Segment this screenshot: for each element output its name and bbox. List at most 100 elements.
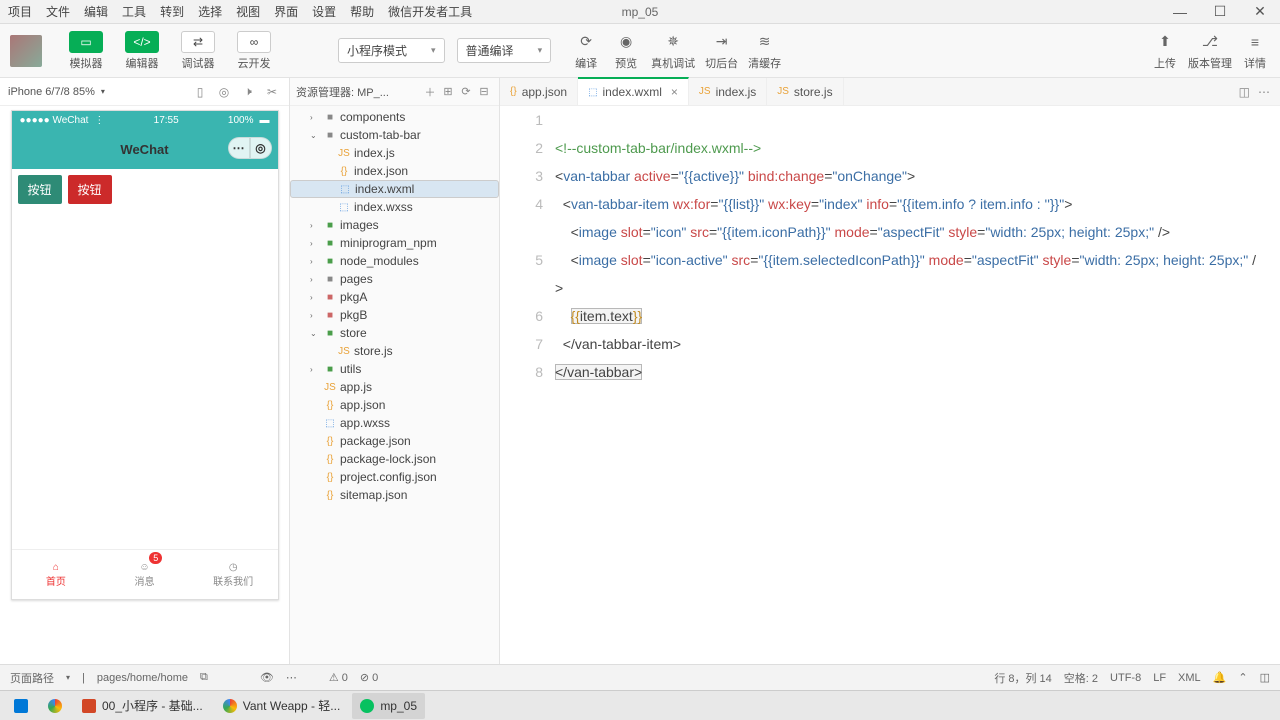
gutter: 12345678 xyxy=(500,106,555,414)
detail-button[interactable]: ≡详情 xyxy=(1240,31,1270,71)
minimize-button[interactable]: ― xyxy=(1160,0,1200,24)
compile-select[interactable]: 普通编译▾ xyxy=(457,38,552,63)
compile-button[interactable]: ⟳编译 xyxy=(571,31,601,71)
clearcache-button[interactable]: ≋清缓存 xyxy=(748,31,781,71)
split-icon[interactable]: ◫ xyxy=(1239,85,1250,99)
menu-project[interactable]: 项目 xyxy=(8,3,32,20)
menu-goto[interactable]: 转到 xyxy=(160,3,184,20)
menu-select[interactable]: 选择 xyxy=(198,3,222,20)
menu-devtools[interactable]: 微信开发者工具 xyxy=(388,3,472,20)
cloud-button[interactable]: ∞云开发 xyxy=(230,31,278,71)
file-node[interactable]: {}package-lock.json xyxy=(290,450,499,468)
menu-bar: 项目 文件 编辑 工具 转到 选择 视图 界面 设置 帮助 微信开发者工具 xyxy=(0,3,472,20)
file-node[interactable]: ›■images xyxy=(290,216,499,234)
menu-help[interactable]: 帮助 xyxy=(350,3,374,20)
lang[interactable]: XML xyxy=(1178,672,1201,684)
mute-icon[interactable]: 🕨 xyxy=(239,83,257,101)
refresh-icon[interactable]: ⟳ xyxy=(457,85,475,98)
spaces[interactable]: 空格: 2 xyxy=(1064,670,1098,686)
explorer-title: 资源管理器: MP_... xyxy=(296,84,389,100)
message-icon: ☺ xyxy=(139,562,149,573)
file-node[interactable]: ›■pkgB xyxy=(290,306,499,324)
ppt-app[interactable]: 00_小程序 - 基础... xyxy=(74,693,211,719)
errors[interactable]: ⊘ 0 xyxy=(360,671,378,684)
editor-button[interactable]: </>编辑器 xyxy=(118,31,166,71)
file-node[interactable]: JSapp.js xyxy=(290,378,499,396)
menu-settings[interactable]: 设置 xyxy=(312,3,336,20)
tab-home[interactable]: ⌂首页 xyxy=(12,550,101,599)
editor-tab[interactable]: ⬚index.wxml× xyxy=(578,77,689,105)
taskbar: 00_小程序 - 基础... Vant Weapp - 轻... mp_05 xyxy=(0,690,1280,720)
background-button[interactable]: ⇥切后台 xyxy=(705,31,738,71)
editor-tab[interactable]: {}app.json xyxy=(500,78,578,106)
button-1[interactable]: 按钮 xyxy=(18,175,62,204)
maximize-button[interactable]: ☐ xyxy=(1200,0,1240,24)
file-node[interactable]: ›■utils xyxy=(290,360,499,378)
cut-icon[interactable]: ✂ xyxy=(263,83,281,101)
menu-tools[interactable]: 工具 xyxy=(122,3,146,20)
toolbar: ▭模拟器 </>编辑器 ⇄调试器 ∞云开发 小程序模式▾ 普通编译▾ ⟳编译 ◉… xyxy=(0,24,1280,78)
menu-file[interactable]: 文件 xyxy=(46,3,70,20)
page-path[interactable]: pages/home/home xyxy=(97,672,188,684)
device-select[interactable]: iPhone 6/7/8 85% xyxy=(8,86,95,98)
mode-select[interactable]: 小程序模式▾ xyxy=(338,38,445,63)
chrome-tab[interactable]: Vant Weapp - 轻... xyxy=(215,693,349,719)
file-node[interactable]: ›■node_modules xyxy=(290,252,499,270)
avatar[interactable] xyxy=(10,35,42,67)
eol[interactable]: LF xyxy=(1153,672,1166,684)
nav-bar: WeChat ⋯ ◎ xyxy=(12,129,278,169)
file-node[interactable]: JSstore.js xyxy=(290,342,499,360)
close-button[interactable]: ✕ xyxy=(1240,0,1280,24)
file-node[interactable]: {}index.json xyxy=(290,162,499,180)
preview-button[interactable]: ◉预览 xyxy=(611,31,641,71)
debugger-button[interactable]: ⇄调试器 xyxy=(174,31,222,71)
file-node[interactable]: ⌄■custom-tab-bar xyxy=(290,126,499,144)
collapse-icon[interactable]: ⊟ xyxy=(475,85,493,98)
phone-icon[interactable]: ▯ xyxy=(191,83,209,101)
file-node[interactable]: ›■pkgA xyxy=(290,288,499,306)
chrome-app[interactable] xyxy=(40,693,70,719)
panel-icon[interactable]: ⌃ xyxy=(1238,671,1247,684)
version-button[interactable]: ⎇版本管理 xyxy=(1188,31,1232,71)
capsule-menu-icon[interactable]: ⋯ xyxy=(228,137,250,159)
file-node[interactable]: ⬚index.wxml xyxy=(290,180,499,198)
more-icon[interactable]: ⋯ xyxy=(1258,85,1270,99)
realdev-button[interactable]: ✵真机调试 xyxy=(651,31,695,71)
bell-icon[interactable]: 🔔 xyxy=(1213,671,1227,684)
file-node[interactable]: ›■miniprogram_npm xyxy=(290,234,499,252)
new-file-icon[interactable]: ＋ xyxy=(421,84,439,100)
page-path-label: 页面路径 xyxy=(10,670,54,686)
editor-pane: {}app.json⬚index.wxml×JSindex.jsJSstore.… xyxy=(500,78,1280,664)
new-folder-icon[interactable]: ⊞ xyxy=(439,85,457,98)
file-node[interactable]: ⬚index.wxss xyxy=(290,198,499,216)
editor-tab[interactable]: JSindex.js xyxy=(689,78,767,106)
upload-button[interactable]: ⬆上传 xyxy=(1150,31,1180,71)
file-node[interactable]: {}project.config.json xyxy=(290,468,499,486)
menu-interface[interactable]: 界面 xyxy=(274,3,298,20)
record-icon[interactable]: ◎ xyxy=(215,83,233,101)
code-editor[interactable]: 12345678 <!--custom-tab-bar/index.wxml--… xyxy=(500,106,1280,414)
encoding[interactable]: UTF-8 xyxy=(1110,672,1141,684)
tab-message[interactable]: ☺消息5 xyxy=(100,550,189,599)
file-node[interactable]: {}sitemap.json xyxy=(290,486,499,504)
file-tree: ›■components⌄■custom-tab-barJSindex.js{}… xyxy=(290,106,499,664)
simulator-button[interactable]: ▭模拟器 xyxy=(62,31,110,71)
devtools-app[interactable]: mp_05 xyxy=(352,693,425,719)
file-node[interactable]: {}app.json xyxy=(290,396,499,414)
editor-tab[interactable]: JSstore.js xyxy=(767,78,843,106)
menu-view[interactable]: 视图 xyxy=(236,3,260,20)
file-node[interactable]: JSindex.js xyxy=(290,144,499,162)
file-node[interactable]: ⌄■store xyxy=(290,324,499,342)
cursor-pos[interactable]: 行 8，列 14 xyxy=(994,670,1051,686)
panel2-icon[interactable]: ◫ xyxy=(1260,671,1270,684)
button-2[interactable]: 按钮 xyxy=(68,175,112,204)
warnings[interactable]: ⚠ 0 xyxy=(329,671,348,684)
tab-contact[interactable]: ◷联系我们 xyxy=(189,550,278,599)
start-button[interactable] xyxy=(6,693,36,719)
file-node[interactable]: {}package.json xyxy=(290,432,499,450)
file-node[interactable]: ›■pages xyxy=(290,270,499,288)
file-node[interactable]: ›■components xyxy=(290,108,499,126)
capsule-close-icon[interactable]: ◎ xyxy=(250,137,272,159)
menu-edit[interactable]: 编辑 xyxy=(84,3,108,20)
file-node[interactable]: ⬚app.wxss xyxy=(290,414,499,432)
